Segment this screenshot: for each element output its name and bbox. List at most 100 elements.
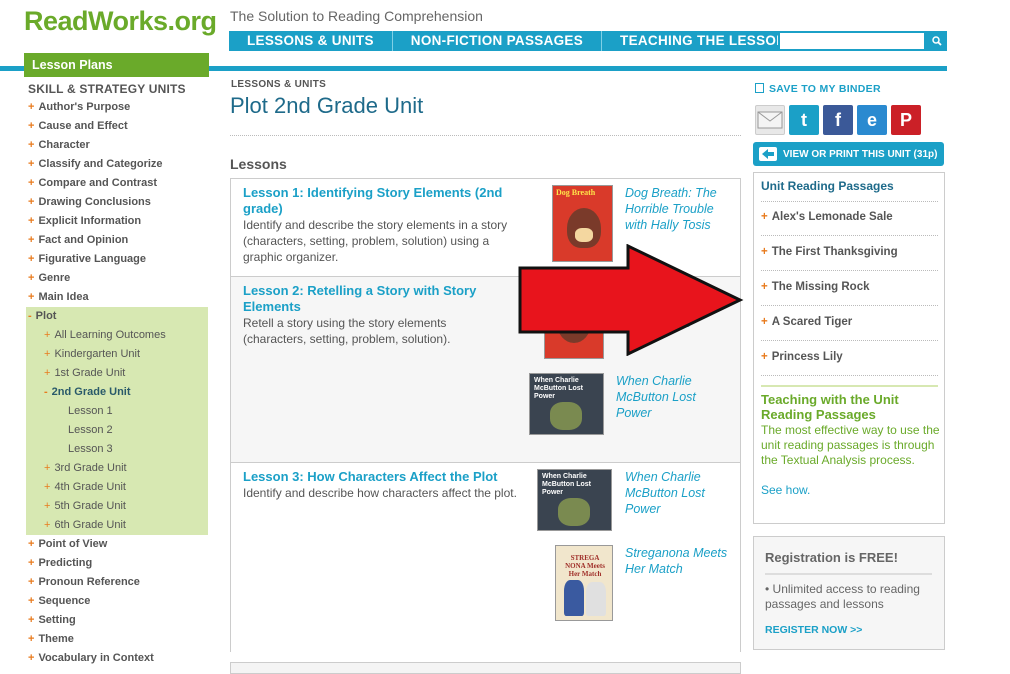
divider xyxy=(761,235,938,236)
sidebar-lesson-2[interactable]: Lesson 2 xyxy=(26,421,208,440)
book-title[interactable]: Dog Breath: The Horrible Trouble with Ha… xyxy=(625,185,735,233)
register-now-link[interactable]: REGISTER NOW >> xyxy=(765,624,862,636)
sidebar-item-vocabulary-in-context[interactable]: + Vocabulary in Context xyxy=(24,649,209,668)
nav-nonfiction-passages[interactable]: NON-FICTION PASSAGES xyxy=(393,31,603,51)
next-section-box xyxy=(230,662,741,674)
sidebar-header[interactable]: Lesson Plans xyxy=(24,53,209,77)
sidebar-item-label: All Learning Outcomes xyxy=(54,329,166,341)
teaching-title: Teaching with the Unit Reading Passages xyxy=(761,392,899,422)
plus-icon: + xyxy=(28,253,35,265)
email-icon[interactable] xyxy=(755,105,785,135)
sidebar-item-plot[interactable]: - Plot xyxy=(26,307,208,326)
sidebar-item-point-of-view[interactable]: + Point of View xyxy=(24,535,209,554)
plus-icon: + xyxy=(44,481,51,493)
sidebar-item-figurative-language[interactable]: + Figurative Language xyxy=(24,250,209,269)
save-label: SAVE TO MY BINDER xyxy=(769,83,881,95)
divider xyxy=(761,375,938,376)
sidebar-unit-2nd-grade[interactable]: -2nd Grade Unit xyxy=(26,383,208,402)
lesson-title[interactable]: Lesson 3: How Characters Affect the Plot xyxy=(243,469,533,485)
sidebar-item-label: Point of View xyxy=(38,538,108,550)
edmodo-icon[interactable]: e xyxy=(857,105,887,135)
sidebar-item-pronoun-reference[interactable]: + Pronoun Reference xyxy=(24,573,209,592)
sidebar-unit-3rd-grade-unit[interactable]: +3rd Grade Unit xyxy=(26,459,208,478)
nav-lessons-units[interactable]: LESSONS & UNITS xyxy=(229,31,393,51)
book-title[interactable]: Streganona Meets Her Match xyxy=(625,545,735,577)
sidebar-lesson-3[interactable]: Lesson 3 xyxy=(26,440,208,459)
sidebar-item-cause-and-effect[interactable]: + Cause and Effect xyxy=(24,117,209,136)
plus-icon: + xyxy=(28,576,35,588)
book-cover-charlie[interactable]: When Charlie McButton Lost Power xyxy=(529,373,604,435)
sidebar-item-compare-and-contrast[interactable]: + Compare and Contrast xyxy=(24,174,209,193)
sidebar-item-label: 2nd Grade Unit xyxy=(51,386,131,398)
sidebar-unit-5th-grade-unit[interactable]: +5th Grade Unit xyxy=(26,497,208,516)
plus-icon: + xyxy=(44,500,51,512)
divider xyxy=(765,573,932,575)
passage-label: A Scared Tiger xyxy=(771,316,853,328)
sidebar-item-genre[interactable]: + Genre xyxy=(24,269,209,288)
plus-icon: + xyxy=(761,246,768,258)
book-title[interactable]: When Charlie McButton Lost Power xyxy=(616,373,716,421)
sidebar: Lesson Plans SKILL & STRATEGY UNITS + Aut… xyxy=(24,53,209,668)
facebook-icon[interactable]: f xyxy=(823,105,853,135)
search-input[interactable] xyxy=(778,31,926,51)
passage-label: Alex's Lemonade Sale xyxy=(771,211,893,223)
plus-icon: + xyxy=(28,120,35,132)
plus-icon: + xyxy=(44,348,51,360)
passage-label: The Missing Rock xyxy=(771,281,870,293)
passage-label: Princess Lily xyxy=(771,351,843,363)
sidebar-item-label: Genre xyxy=(38,272,71,284)
sidebar-lesson-1[interactable]: Lesson 1 xyxy=(26,402,208,421)
sidebar-item-author-s-purpose[interactable]: + Author's Purpose xyxy=(24,98,209,117)
book-cover-charlie[interactable]: When Charlie McButton Lost Power xyxy=(537,469,612,531)
sidebar-item-fact-and-opinion[interactable]: + Fact and Opinion xyxy=(24,231,209,250)
book-cover-strega-nona[interactable]: STREGA NONA Meets Her Match xyxy=(555,545,613,621)
sidebar-item-label: Character xyxy=(38,139,90,151)
sidebar-unit-all-learning-outcomes[interactable]: + All Learning Outcomes xyxy=(26,326,208,345)
sidebar-item-label: Drawing Conclusions xyxy=(38,196,151,208)
sidebar-item-explicit-information[interactable]: + Explicit Information xyxy=(24,212,209,231)
lesson-desc: Identify and describe how characters aff… xyxy=(243,486,517,500)
plus-icon: + xyxy=(28,614,35,626)
sidebar-item-character[interactable]: + Character xyxy=(24,136,209,155)
passage-link-a-scared-tiger[interactable]: + A Scared Tiger xyxy=(761,316,852,328)
tagline: The Solution to Reading Comprehension xyxy=(230,8,483,24)
passage-link-princess-lily[interactable]: + Princess Lily xyxy=(761,351,843,363)
lessons-heading: Lessons xyxy=(230,156,287,172)
save-to-binder-link[interactable]: SAVE TO MY BINDER xyxy=(755,83,881,95)
site-logo[interactable]: ReadWorks.org xyxy=(24,6,217,37)
sidebar-item-sequence[interactable]: + Sequence xyxy=(24,592,209,611)
passage-link-the-missing-rock[interactable]: + The Missing Rock xyxy=(761,281,870,293)
cover-text: Dog Breath xyxy=(556,188,596,197)
sidebar-item-main-idea[interactable]: + Main Idea xyxy=(24,288,209,307)
breadcrumb[interactable]: LESSONS & UNITS xyxy=(231,79,326,90)
sidebar-item-predicting[interactable]: + Predicting xyxy=(24,554,209,573)
sidebar-item-theme[interactable]: + Theme xyxy=(24,630,209,649)
sidebar-unit-6th-grade-unit[interactable]: +6th Grade Unit xyxy=(26,516,208,535)
sidebar-item-label: Fact and Opinion xyxy=(38,234,129,246)
registration-box: Registration is FREE! • Unlimited access… xyxy=(753,536,945,650)
sidebar-item-classify-and-categorize[interactable]: + Classify and Categorize xyxy=(24,155,209,174)
plus-icon: + xyxy=(28,538,35,550)
twitter-icon[interactable]: t xyxy=(789,105,819,135)
red-arrow-annotation xyxy=(518,244,744,356)
sidebar-item-setting[interactable]: + Setting xyxy=(24,611,209,630)
lesson-title[interactable]: Lesson 2: Retelling a Story with Story E… xyxy=(243,283,503,315)
sidebar-item-label: Theme xyxy=(38,633,74,645)
see-how-link[interactable]: See how. xyxy=(761,483,810,497)
passage-link-alex-s-lemonade-sale[interactable]: + Alex's Lemonade Sale xyxy=(761,211,893,223)
passage-link-the-first-thanksgiving[interactable]: + The First Thanksgiving xyxy=(761,246,898,258)
sidebar-item-label: Kindergarten Unit xyxy=(54,348,141,360)
sidebar-unit-kindergarten-unit[interactable]: + Kindergarten Unit xyxy=(26,345,208,364)
divider xyxy=(761,305,938,306)
pinterest-icon[interactable]: P xyxy=(891,105,921,135)
sidebar-unit-1st-grade-unit[interactable]: +1st Grade Unit xyxy=(26,364,208,383)
print-unit-button[interactable]: VIEW OR PRINT THIS UNIT (31p) xyxy=(753,142,944,166)
sidebar-item-drawing-conclusions[interactable]: + Drawing Conclusions xyxy=(24,193,209,212)
plus-icon: + xyxy=(28,139,35,151)
lesson-desc: Retell a story using the story elements … xyxy=(243,316,451,346)
lesson-title[interactable]: Lesson 1: Identifying Story Elements (2n… xyxy=(243,185,523,217)
search-button[interactable] xyxy=(926,31,947,51)
sidebar-unit-4th-grade-unit[interactable]: +4th Grade Unit xyxy=(26,478,208,497)
book-title[interactable]: When Charlie McButton Lost Power xyxy=(625,469,725,517)
plus-icon: + xyxy=(28,158,35,170)
